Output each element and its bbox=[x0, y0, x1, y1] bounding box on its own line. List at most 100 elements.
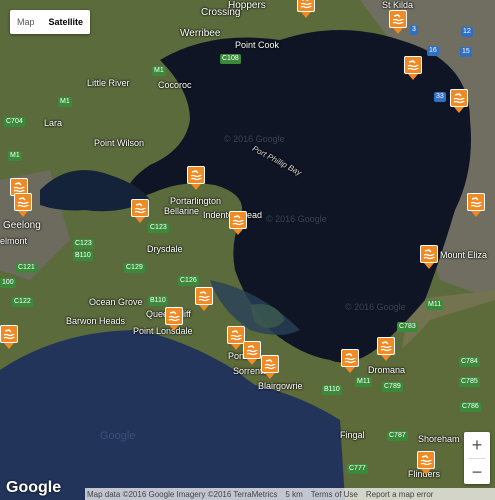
swimming-location-marker[interactable] bbox=[229, 211, 247, 235]
place-label-crossing: Crossing bbox=[201, 7, 241, 18]
place-label-point-wilson: Point Wilson bbox=[94, 138, 145, 148]
place-label-little-river: Little River bbox=[87, 78, 130, 88]
place-label-point-cook: Point Cook bbox=[235, 40, 280, 50]
swimming-location-marker[interactable] bbox=[404, 56, 422, 80]
swimmer-icon bbox=[243, 341, 261, 359]
place-label-mount-eliza: Mount Eliza bbox=[440, 250, 488, 260]
zoom-control: + − bbox=[464, 432, 490, 484]
place-label-dromana: Dromana bbox=[368, 365, 406, 375]
place-label-cocoroc: Cocoroc bbox=[158, 80, 192, 90]
marker-pointer bbox=[18, 211, 28, 217]
swimmer-icon bbox=[450, 89, 468, 107]
marker-pointer bbox=[408, 74, 418, 80]
road-shield-12: 12 bbox=[461, 27, 473, 37]
zoom-out-button[interactable]: − bbox=[464, 459, 490, 485]
swimming-location-marker[interactable] bbox=[187, 166, 205, 190]
swimming-location-marker[interactable] bbox=[14, 193, 32, 217]
road-shield-c789: C789 bbox=[382, 382, 403, 392]
swimmer-icon bbox=[389, 10, 407, 28]
marker-pointer bbox=[231, 344, 241, 350]
swimmer-icon bbox=[377, 337, 395, 355]
road-shield-c129: C129 bbox=[124, 263, 145, 273]
marker-pointer bbox=[393, 28, 403, 34]
road-shield-c704: C704 bbox=[4, 117, 25, 127]
swimming-location-marker[interactable] bbox=[195, 287, 213, 311]
map-type-map-button[interactable]: Map bbox=[10, 10, 42, 34]
swimming-location-marker[interactable] bbox=[377, 337, 395, 361]
swimmer-icon bbox=[467, 193, 485, 211]
swimming-location-marker[interactable] bbox=[131, 199, 149, 223]
road-shield-c785: C785 bbox=[459, 377, 480, 387]
road-shield-c786: C786 bbox=[460, 402, 481, 412]
place-label-geelong: Geelong bbox=[3, 220, 41, 231]
road-shield-b110: B110 bbox=[322, 385, 342, 395]
swimming-location-marker[interactable] bbox=[243, 341, 261, 365]
swimmer-icon bbox=[0, 325, 18, 343]
road-shield-m11: M11 bbox=[355, 377, 373, 387]
road-shield-c787: C787 bbox=[387, 431, 408, 441]
road-shield-15: 15 bbox=[460, 47, 472, 57]
report-error-link[interactable]: Report a map error bbox=[366, 490, 434, 499]
attribution-bar: Map data ©2016 Google Imagery ©2016 Terr… bbox=[85, 488, 495, 500]
road-shield-c108: C108 bbox=[220, 54, 241, 64]
swimmer-icon bbox=[14, 193, 32, 211]
road-shield-16: 16 bbox=[427, 46, 439, 56]
place-label-st-kilda: St Kilda bbox=[382, 0, 414, 10]
road-shield-b110: B110 bbox=[148, 296, 168, 306]
swimmer-icon bbox=[187, 166, 205, 184]
swimming-location-marker[interactable] bbox=[450, 89, 468, 113]
marker-pointer bbox=[421, 469, 431, 475]
swimming-location-marker[interactable] bbox=[0, 325, 18, 349]
place-label-drysdale: Drysdale bbox=[147, 244, 183, 254]
road-shield-c123: C123 bbox=[148, 223, 169, 233]
swimmer-icon bbox=[341, 349, 359, 367]
google-logo[interactable]: Google bbox=[6, 479, 61, 497]
place-label-portarlington: Portarlington bbox=[170, 196, 222, 206]
swimming-location-marker[interactable] bbox=[341, 349, 359, 373]
map-watermark-3: © 2016 Google bbox=[345, 302, 406, 312]
road-shield-m1: M1 bbox=[152, 66, 166, 76]
marker-pointer bbox=[454, 107, 464, 113]
place-label-shoreham: Shoreham bbox=[418, 434, 460, 444]
swimming-location-marker[interactable] bbox=[417, 451, 435, 475]
swimmer-icon bbox=[195, 287, 213, 305]
map-type-satellite-button[interactable]: Satellite bbox=[42, 10, 91, 34]
road-shield-c121: C121 bbox=[16, 263, 37, 273]
marker-pointer bbox=[233, 229, 243, 235]
swimming-location-marker[interactable] bbox=[467, 193, 485, 217]
swimming-location-marker[interactable] bbox=[165, 307, 183, 331]
place-label-bellarine: Bellarine bbox=[164, 206, 200, 216]
road-shield-c123: C123 bbox=[73, 239, 94, 249]
road-shield-c126: C126 bbox=[178, 276, 199, 286]
swimming-location-marker[interactable] bbox=[297, 0, 315, 18]
road-shield-m11: M11 bbox=[426, 300, 444, 310]
swimmer-icon bbox=[165, 307, 183, 325]
place-label-elmont: elmont bbox=[0, 236, 28, 246]
road-shield-m1: M1 bbox=[8, 151, 22, 161]
scale-bar[interactable]: 5 km bbox=[285, 490, 302, 499]
marker-pointer bbox=[301, 12, 311, 18]
marker-pointer bbox=[424, 263, 434, 269]
road-shield-c784: C784 bbox=[459, 357, 480, 367]
map-data-text: Map data ©2016 Google Imagery ©2016 Terr… bbox=[87, 489, 278, 499]
swimming-location-marker[interactable] bbox=[261, 355, 279, 379]
swimming-location-marker[interactable] bbox=[389, 10, 407, 34]
map-google-watermark: Google bbox=[100, 430, 136, 442]
map-watermark-1: © 2016 Google bbox=[224, 134, 285, 144]
road-shield-c122: C122 bbox=[12, 297, 33, 307]
road-shield-33: 33 bbox=[434, 92, 446, 102]
swimmer-icon bbox=[417, 451, 435, 469]
place-label-barwon-heads: Barwon Heads bbox=[66, 316, 126, 326]
terms-link[interactable]: Terms of Use bbox=[311, 490, 358, 499]
swimmer-icon bbox=[229, 211, 247, 229]
place-label-fingal: Fingal bbox=[340, 430, 365, 440]
marker-pointer bbox=[135, 217, 145, 223]
swimming-location-marker[interactable] bbox=[420, 245, 438, 269]
road-shield-c777: C777 bbox=[347, 464, 368, 474]
swimmer-icon bbox=[261, 355, 279, 373]
place-label-blairgowrie: Blairgowrie bbox=[258, 381, 303, 391]
zoom-in-button[interactable]: + bbox=[464, 432, 490, 458]
map-watermark-2: © 2016 Google bbox=[266, 214, 327, 224]
marker-pointer bbox=[265, 373, 275, 379]
marker-pointer bbox=[199, 305, 209, 311]
